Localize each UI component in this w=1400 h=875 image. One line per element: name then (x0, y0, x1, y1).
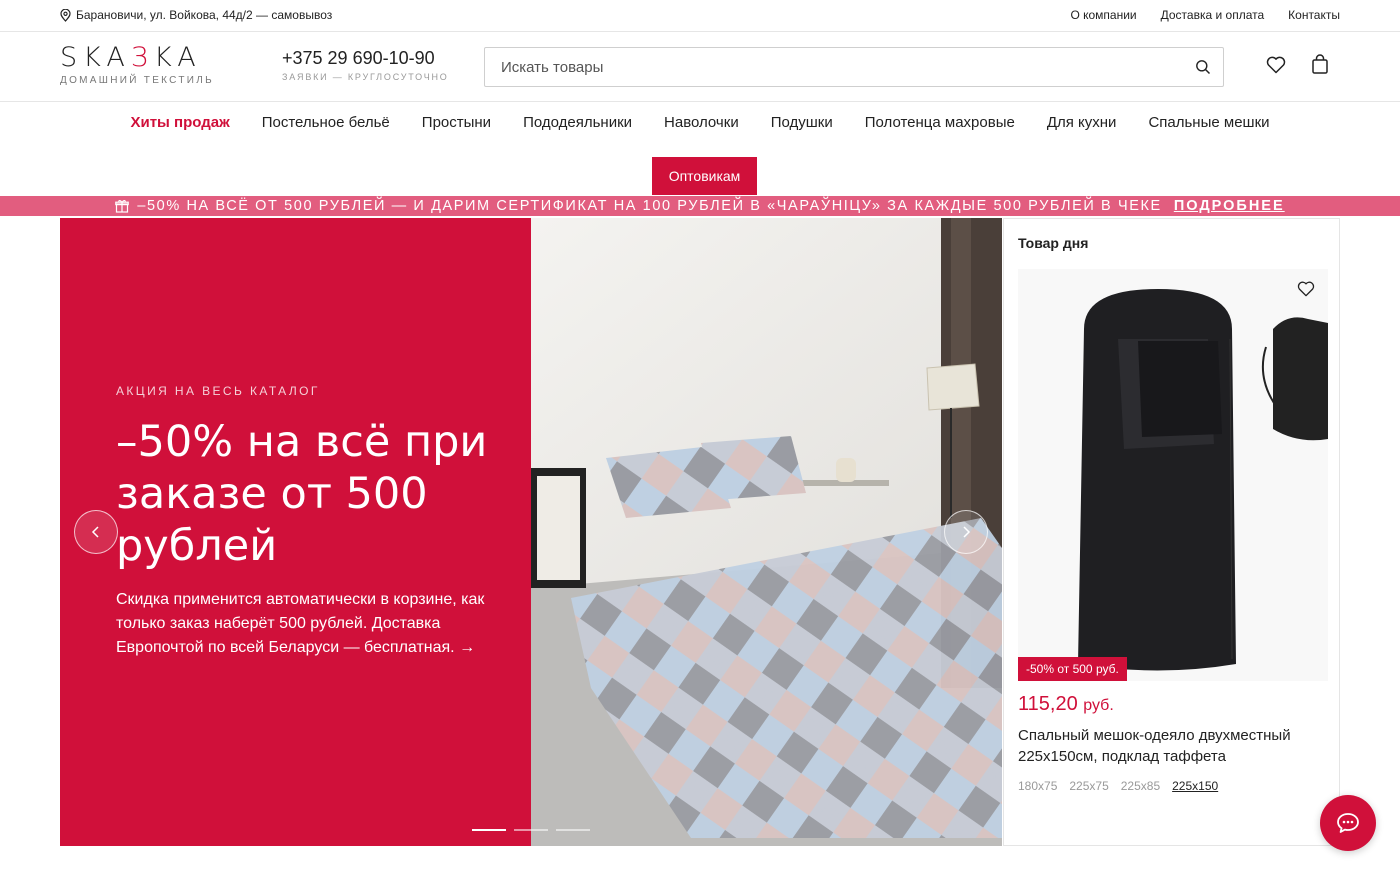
promo-banner[interactable]: –50% НА ВСЁ ОТ 500 РУБЛЕЙ — И ДАРИМ СЕРТ… (0, 196, 1400, 216)
chevron-left-icon (91, 526, 99, 538)
wholesale-button[interactable]: Оптовикам (652, 157, 757, 195)
nav-item-towels[interactable]: Полотенца махровые (865, 114, 1015, 131)
size-option[interactable]: 225х150 (1172, 779, 1218, 793)
nav-item-kitchen[interactable]: Для кухни (1047, 114, 1117, 131)
hero-eyebrow: АКЦИЯ НА ВЕСЬ КАТАЛОГ (116, 384, 320, 398)
top-links: О компании Доставка и оплата Контакты (1070, 8, 1340, 22)
sleeping-bag-illustration (1018, 269, 1328, 681)
hero-slider: АКЦИЯ НА ВЕСЬ КАТАЛОГ –50% на всё при за… (60, 218, 1002, 846)
chat-bubble-icon (1337, 813, 1359, 833)
hero-prev-button[interactable] (74, 510, 118, 554)
nav-item-sheets[interactable]: Простыни (422, 114, 491, 131)
nav-item-bestsellers[interactable]: Хиты продаж (130, 114, 229, 131)
site-header: SKAЗKA ДОМАШНИЙ ТЕКСТИЛЬ +375 29 690-10-… (0, 32, 1400, 102)
promo-text: –50% НА ВСЁ ОТ 500 РУБЛЕЙ — И ДАРИМ СЕРТ… (137, 198, 1162, 214)
map-pin-icon (60, 8, 71, 22)
hero-photo (531, 218, 1002, 846)
hero-headline: –50% на всё при заказе от 500 рублей (116, 417, 488, 571)
size-option[interactable]: 180х75 (1018, 779, 1057, 793)
chat-button[interactable] (1320, 795, 1376, 851)
link-about[interactable]: О компании (1070, 8, 1136, 22)
cart-bag-icon[interactable] (1311, 54, 1329, 79)
nav-item-bedding[interactable]: Постельное бельё (262, 114, 390, 131)
link-contacts[interactable]: Контакты (1288, 8, 1340, 22)
top-bar: Барановичи, ул. Войкова, 44д/2 — самовыв… (0, 0, 1400, 32)
location-text: Барановичи, ул. Войкова, 44д/2 — самовыв… (76, 8, 333, 22)
store-location[interactable]: Барановичи, ул. Войкова, 44д/2 — самовыв… (60, 8, 332, 22)
nav-item-pillowcases[interactable]: Наволочки (664, 114, 739, 131)
logo-wordmark: SKAЗKA (60, 42, 202, 73)
promo-more-link[interactable]: ПОДРОБНЕЕ (1174, 198, 1285, 214)
slide-dot[interactable] (472, 829, 506, 831)
link-delivery[interactable]: Доставка и оплата (1161, 8, 1265, 22)
size-options: 180х75 225х75 225х85 225х150 (1018, 779, 1218, 793)
chevron-right-icon (963, 526, 971, 538)
size-option[interactable]: 225х75 (1069, 779, 1108, 793)
phone-number[interactable]: +375 29 690-10-90 (282, 48, 449, 68)
gift-icon (115, 200, 130, 213)
size-option[interactable]: 225х85 (1121, 779, 1160, 793)
product-name[interactable]: Спальный мешок-одеяло двухместный 225х15… (1018, 725, 1328, 767)
slide-dot[interactable] (514, 829, 548, 831)
search-box (484, 47, 1224, 87)
logo[interactable]: SKAЗKA ДОМАШНИЙ ТЕКСТИЛЬ (60, 42, 214, 87)
heart-icon[interactable] (1266, 56, 1286, 79)
phone-note: ЗАЯВКИ — КРУГЛОСУТОЧНО (282, 72, 449, 82)
bedroom-photo-illustration (531, 218, 1002, 846)
product-image[interactable] (1018, 269, 1328, 681)
phone-block: +375 29 690-10-90 ЗАЯВКИ — КРУГЛОСУТОЧНО (282, 48, 449, 82)
hero-pagination (472, 829, 590, 831)
heart-icon[interactable] (1297, 281, 1315, 302)
logo-tagline: ДОМАШНИЙ ТЕКСТИЛЬ (60, 75, 214, 86)
discount-badge: -50% от 500 руб. (1018, 657, 1127, 681)
hero-text-panel: АКЦИЯ НА ВЕСЬ КАТАЛОГ –50% на всё при за… (60, 218, 531, 846)
search-input[interactable] (485, 48, 1165, 86)
nav-item-pillows[interactable]: Подушки (771, 114, 833, 131)
hero-description[interactable]: Скидка применится автоматически в корзин… (116, 588, 496, 660)
hero-next-button[interactable] (944, 510, 988, 554)
product-price: 115,20 руб. (1018, 693, 1114, 715)
nav-item-duvet-covers[interactable]: Пододеяльники (523, 114, 632, 131)
slide-dot[interactable] (556, 829, 590, 831)
deal-of-day-card[interactable]: Товар дня -50% от 500 руб. 115,20 руб. С… (1003, 218, 1340, 846)
deal-title: Товар дня (1018, 235, 1089, 251)
main-nav: Хиты продаж Постельное бельё Простыни По… (0, 114, 1400, 131)
search-icon[interactable] (1195, 59, 1211, 80)
nav-item-sleeping-bags[interactable]: Спальные мешки (1148, 114, 1269, 131)
